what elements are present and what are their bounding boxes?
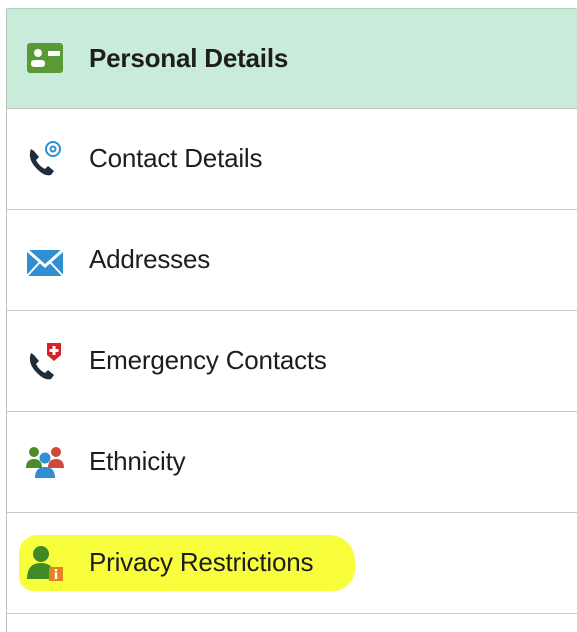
- nav-item-label: Personal Details: [89, 43, 289, 73]
- person-info-icon: [27, 546, 63, 581]
- nav-item-addresses[interactable]: Addresses: [7, 210, 577, 311]
- nav-item-label: Ethnicity: [89, 446, 186, 476]
- nav-item-personal-details[interactable]: Personal Details: [7, 8, 577, 109]
- nav-item-privacy-restrictions[interactable]: Privacy Restrictions: [7, 513, 577, 614]
- nav-item-emergency-contacts[interactable]: Emergency Contacts: [7, 311, 577, 412]
- nav-item-label: Emergency Contacts: [89, 345, 327, 375]
- personal-details-nav: Personal Details Contact Details Address…: [6, 8, 577, 632]
- envelope-icon: [26, 248, 64, 277]
- nav-item-label: Addresses: [89, 244, 211, 274]
- nav-item-contact-details[interactable]: Contact Details: [7, 109, 577, 210]
- nav-item-label: Contact Details: [89, 143, 263, 173]
- nav-item-ethnicity[interactable]: Ethnicity: [7, 412, 577, 513]
- people-group-icon: [26, 447, 64, 478]
- nav-item-label: Privacy Restrictions: [89, 547, 314, 577]
- phone-medical-icon: [29, 343, 61, 380]
- phone-at-icon: [29, 141, 61, 176]
- personal-card-icon: [27, 43, 63, 73]
